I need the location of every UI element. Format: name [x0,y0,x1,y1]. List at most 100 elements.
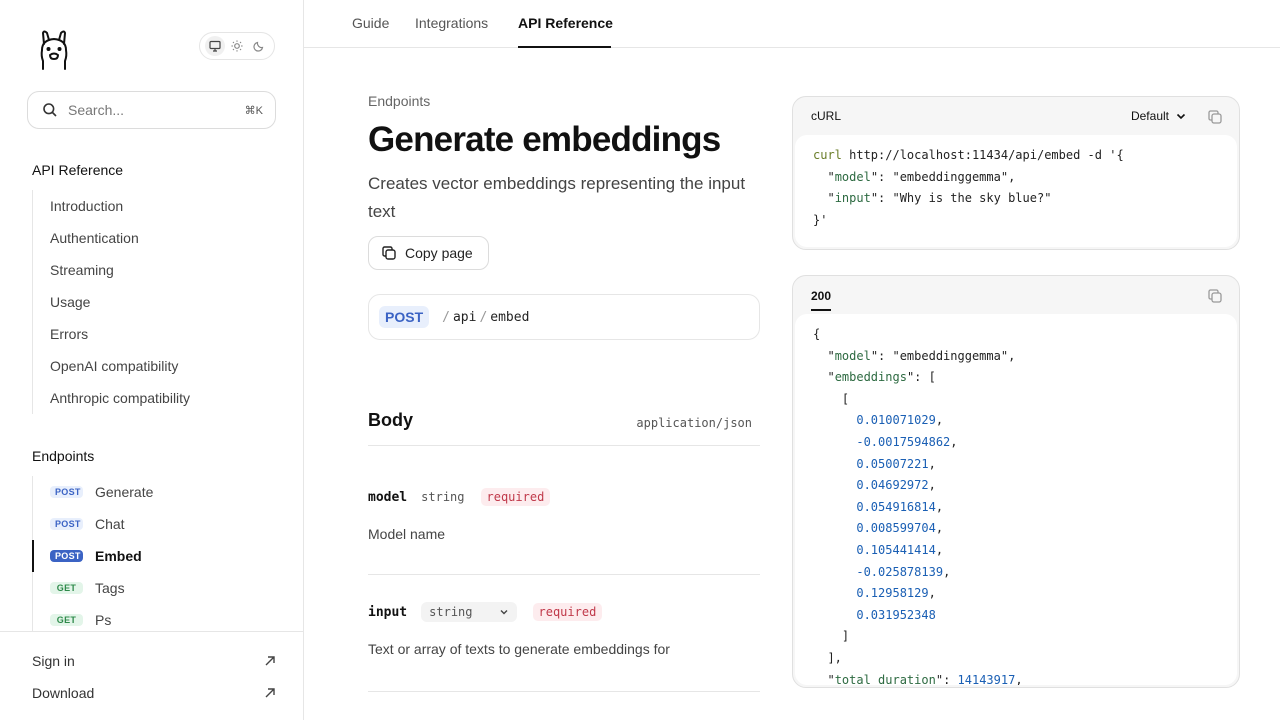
sign-in-link[interactable]: Sign in [32,653,276,669]
code-token: 0.05007221 [856,456,929,471]
page-subtitle: Creates vector embeddings representing t… [368,174,746,221]
tab-integrations[interactable]: Integrations [415,15,488,31]
request-code-panel: cURL Default curl http://localhost:11434… [792,96,1240,250]
code-token: ": "Why is the sky blue?" [870,191,1052,206]
monitor-icon[interactable] [205,36,225,56]
sidebar-item-errors[interactable]: Errors [33,318,282,350]
code-line: ], [813,648,1219,670]
param-model: model string required Model name [368,486,760,575]
code-token: , [928,478,936,493]
search-icon [43,103,57,117]
status-tab-200[interactable]: 200 [811,279,832,311]
code-token: model [834,348,871,363]
download-label: Download [32,685,95,701]
sidebar-item-label: Embed [95,548,142,564]
sidebar-footer: Sign in Download [0,631,303,720]
sidebar-item-label: Ps [95,612,112,628]
code-token: 0.105441414 [856,542,936,557]
active-tab-indicator [518,46,611,48]
code-token: input [834,191,871,206]
chevron-down-icon [500,610,507,615]
code-line: 0.008599704, [813,518,1219,540]
breadcrumb[interactable]: Endpoints [368,93,430,109]
sidebar: Search... ⌘K API Reference Introduction … [0,0,304,720]
tab-api-reference[interactable]: API Reference [518,15,613,31]
body-title: Body [368,410,413,430]
content-type: application/json [636,416,752,430]
endpoints-list: POST Generate POST Chat POST Embed GET T… [32,476,282,636]
code-token: 0.010071029 [856,413,936,428]
sidebar-item-streaming[interactable]: Streaming [33,254,282,286]
code-token: , [928,586,936,601]
code-token: ": [935,672,958,686]
tab-guide[interactable]: Guide [352,15,389,31]
code-token: , [950,434,958,449]
moon-icon[interactable] [249,36,269,56]
response-code: { "model": "embeddinggemma", "embeddings… [795,314,1237,685]
code-line: 0.010071029, [813,410,1219,432]
code-token: " [813,672,835,686]
code-line: 0.105441414, [813,540,1219,562]
code-token: " [813,370,835,385]
path-segment: api [452,309,477,325]
param-description: Model name [368,526,446,542]
method-badge: POST [50,518,83,530]
sidebar-item-chat[interactable]: POST Chat [33,508,282,540]
copy-page-button[interactable]: Copy page [368,236,489,270]
code-token: [ [813,391,850,406]
download-link[interactable]: Download [32,685,276,701]
variant-label: Default [1130,109,1169,123]
code-token: , [928,456,936,471]
method-badge: POST [50,486,83,498]
code-token: 0.008599704 [856,521,936,536]
method-badge: GET [50,582,83,594]
search-input[interactable]: Search... ⌘K [27,91,276,129]
sidebar-item-generate[interactable]: POST Generate [33,476,282,508]
variant-dropdown[interactable]: Default [1131,109,1187,123]
code-token: ": "embeddinggemma", [870,169,1016,184]
code-token: , [935,413,944,428]
sidebar-item-openai-compatibility[interactable]: OpenAI compatibility [33,350,282,382]
copy-icon[interactable] [1207,288,1223,304]
code-token: 14143917 [957,672,1016,686]
code-token: 0.04692972 [856,478,929,493]
copy-icon[interactable] [1207,109,1223,125]
sidebar-item-introduction[interactable]: Introduction [33,190,282,222]
sidebar-item-label: Tags [95,580,125,596]
theme-toggle[interactable] [199,32,275,60]
copy-icon [382,246,396,260]
sidebar-item-embed[interactable]: POST Embed [32,540,282,572]
body-header: Body application/json [368,410,760,446]
sidebar-item-tags[interactable]: GET Tags [33,572,282,604]
sidebar-item-label: Chat [95,516,125,532]
code-line: 0.05007221, [813,454,1219,476]
code-token: , [943,564,951,579]
code-token: http://localhost:11434/api/embed -d '{ [841,148,1124,162]
search-placeholder: Search... [68,102,125,118]
required-badge: required [480,488,551,506]
path-segment: embed [490,309,530,325]
nav-section-endpoints: Endpoints [32,448,95,464]
code-token: , [935,521,944,536]
code-line: "embeddings": [ [813,367,1219,389]
code-token: { [813,327,821,341]
nav-section-api-reference: API Reference [32,162,124,178]
sun-icon[interactable] [227,36,247,56]
sidebar-item-authentication[interactable]: Authentication [33,222,282,254]
code-line: [ [813,389,1219,411]
param-type-select[interactable]: string [421,602,517,622]
sidebar-item-usage[interactable]: Usage [33,286,282,318]
ollama-logo-icon[interactable] [36,28,72,72]
method-badge: GET [50,614,83,626]
code-line: "model": "embeddinggemma", [813,346,1219,368]
endpoint-bar[interactable]: POST / api / embed [368,294,760,340]
param-name: model [368,489,408,505]
code-line: 0.12958129, [813,583,1219,605]
code-token: " [813,169,835,184]
sidebar-item-anthropic-compatibility[interactable]: Anthropic compatibility [33,382,282,414]
copy-page-label: Copy page [405,245,473,261]
code-line: ] [813,626,1219,648]
